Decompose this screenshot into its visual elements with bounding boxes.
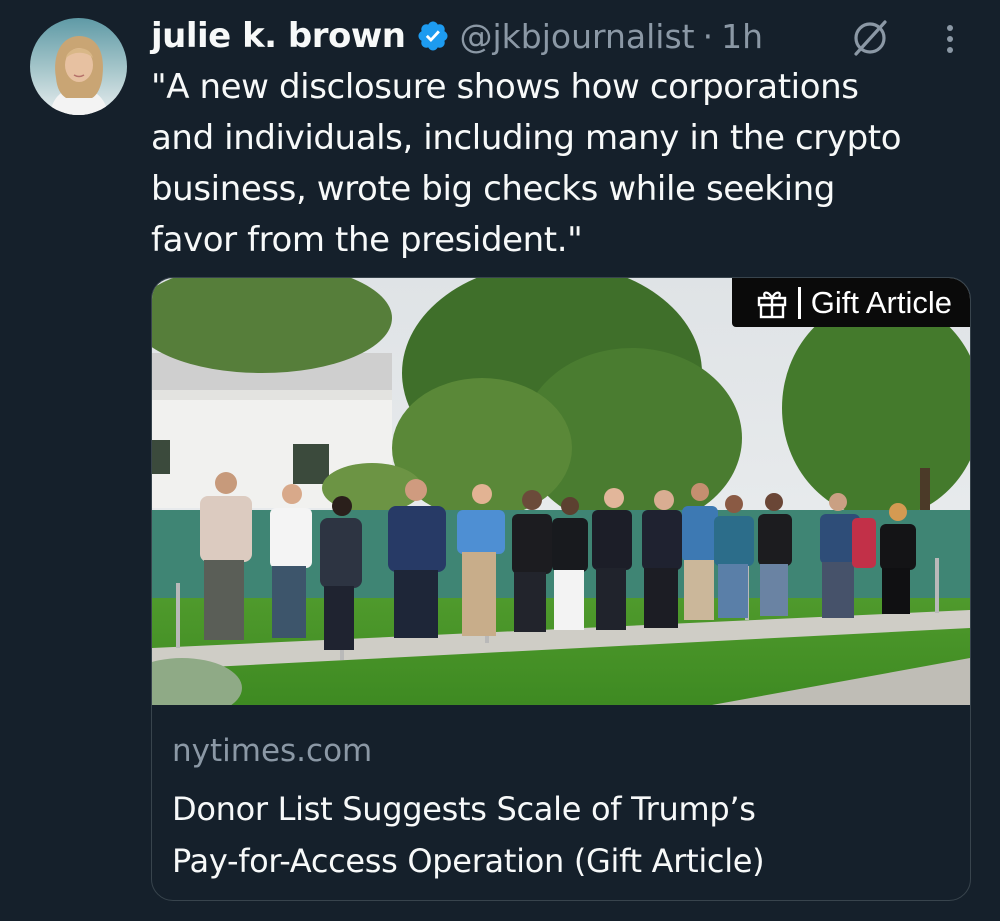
card-image[interactable]: Gift Article bbox=[152, 278, 970, 705]
gift-article-label: Gift Article bbox=[810, 284, 952, 320]
verified-badge-icon bbox=[416, 19, 450, 53]
author-handle[interactable]: @jkbjournalist bbox=[460, 17, 695, 56]
tweet[interactable]: julie k. brown @jkbjournalist · 1h "A ne… bbox=[0, 0, 1000, 921]
card-domain: nytimes.com bbox=[172, 733, 373, 769]
tweet-timestamp[interactable]: 1h bbox=[721, 17, 763, 56]
gift-separator bbox=[797, 286, 801, 319]
avatar-image bbox=[30, 18, 127, 115]
gift-article-badge[interactable]: Gift Article bbox=[731, 278, 970, 327]
separator-dot: · bbox=[702, 16, 714, 56]
grok-slash-circle-icon[interactable] bbox=[848, 16, 892, 60]
gift-icon bbox=[757, 291, 786, 318]
card-photo bbox=[152, 278, 970, 705]
author-display-name[interactable]: julie k. brown bbox=[151, 16, 406, 56]
link-card[interactable]: Gift Article nytimes.com Donor List Sugg… bbox=[151, 277, 971, 901]
tweet-text: "A new disclosure shows how corporations… bbox=[151, 67, 902, 260]
card-title[interactable]: Donor List Suggests Scale of Trump’s Pay… bbox=[172, 783, 952, 887]
more-vertical-dots-icon[interactable] bbox=[936, 16, 964, 60]
author-avatar[interactable] bbox=[30, 18, 127, 115]
